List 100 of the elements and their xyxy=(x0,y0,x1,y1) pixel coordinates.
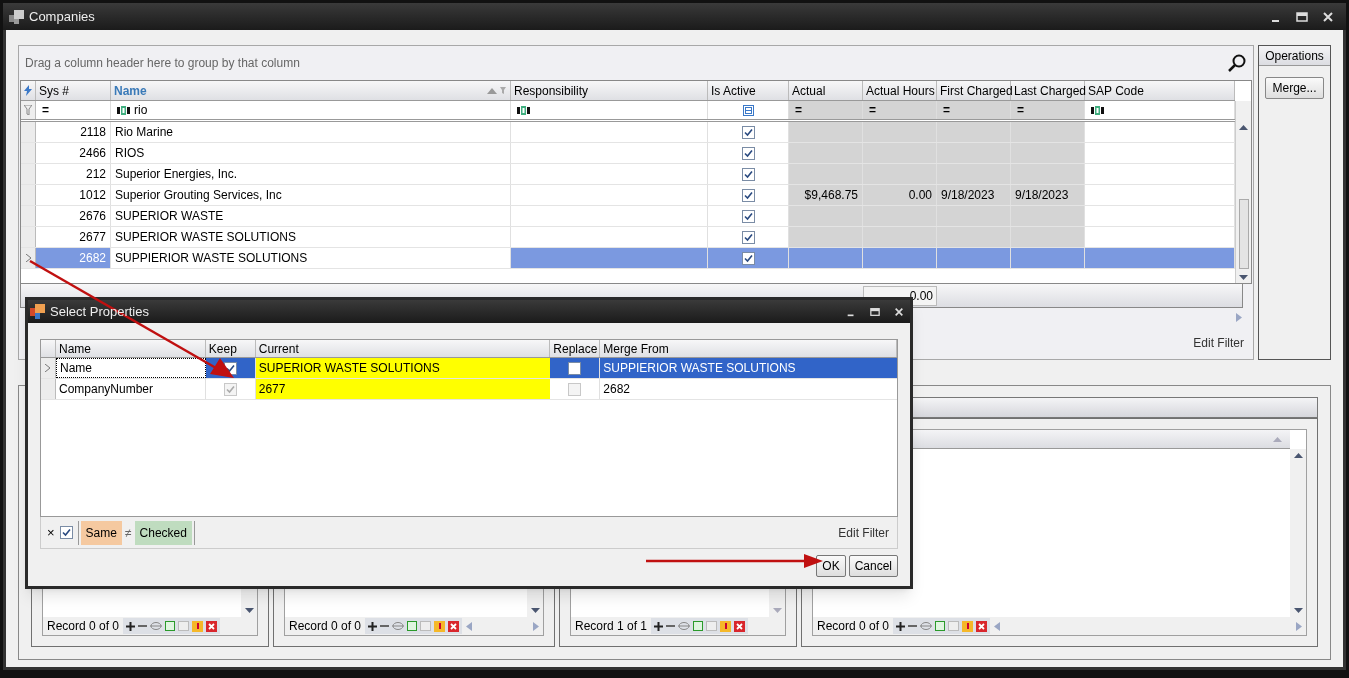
spreadsheet-icon[interactable] xyxy=(407,621,418,631)
table-cell: 9/18/2023 xyxy=(937,185,1011,205)
add-icon[interactable] xyxy=(654,621,664,631)
table-row[interactable]: 2682 SUPPIERIOR WASTE SOLUTIONS xyxy=(21,248,1235,269)
close-icon[interactable] xyxy=(1322,10,1334,23)
warning-icon[interactable] xyxy=(434,620,446,632)
row-indicator-icon xyxy=(25,254,31,262)
column-header[interactable]: Actual Hours xyxy=(863,81,937,100)
checkbox[interactable] xyxy=(59,526,73,539)
column-header[interactable]: Keep xyxy=(205,340,256,357)
cancel-button[interactable]: Cancel xyxy=(848,555,898,577)
delete-icon[interactable] xyxy=(206,620,218,632)
table-cell: RIOS xyxy=(111,143,511,163)
table-cell: SUPERIOR WASTE SOLUTIONS xyxy=(255,358,551,378)
filter-operator[interactable]: = xyxy=(795,101,802,119)
scroll-down-icon[interactable] xyxy=(530,608,540,613)
property-row[interactable]: Name SUPERIOR WASTE SOLUTIONS SUPPIERIOR WASTE SOLUTIONS xyxy=(41,358,897,379)
checkbox[interactable] xyxy=(568,361,582,375)
filter-operator[interactable]: = xyxy=(869,101,876,119)
add-icon[interactable] xyxy=(896,621,906,631)
edit-filter-link[interactable]: Edit Filter xyxy=(1193,333,1244,352)
close-icon[interactable] xyxy=(894,306,904,317)
table-cell: 0.00 xyxy=(863,185,937,205)
search-icon[interactable] xyxy=(1227,53,1247,73)
vertical-scrollbar[interactable] xyxy=(1290,449,1306,617)
filter-expression[interactable]: Same ≠ Checked xyxy=(77,520,195,545)
table-cell: 2682 xyxy=(36,248,111,268)
checkbox[interactable] xyxy=(741,146,755,160)
link-icon[interactable] xyxy=(678,621,691,631)
panel-title: Operations xyxy=(1259,46,1330,66)
column-header[interactable]: Responsibility xyxy=(511,81,708,100)
link-icon[interactable] xyxy=(150,621,163,631)
add-icon[interactable] xyxy=(368,621,378,631)
checkbox[interactable] xyxy=(741,167,755,181)
vertical-scrollbar[interactable] xyxy=(1235,101,1251,283)
delete-icon[interactable] xyxy=(734,620,746,632)
table-row[interactable]: 2676 SUPERIOR WASTE xyxy=(21,206,1235,227)
scroll-up-icon[interactable] xyxy=(1239,125,1248,130)
spreadsheet-icon[interactable] xyxy=(935,621,946,631)
edit-filter-link[interactable]: Edit Filter xyxy=(838,523,891,542)
link-icon[interactable] xyxy=(392,621,405,631)
column-header[interactable]: SAP Code xyxy=(1085,81,1235,100)
delete-icon[interactable] xyxy=(448,620,460,632)
column-header[interactable]: Name xyxy=(111,81,511,100)
merge-button[interactable]: Merge... xyxy=(1265,77,1324,99)
column-header[interactable]: Is Active xyxy=(708,81,789,100)
record-counter: Record 0 of 0 xyxy=(46,618,121,635)
filter-icon[interactable] xyxy=(24,105,32,115)
table-row[interactable]: 2677 SUPERIOR WASTE SOLUTIONS xyxy=(21,227,1235,248)
checkbox[interactable] xyxy=(741,251,755,265)
scroll-down-icon[interactable] xyxy=(1239,275,1248,280)
text-filter-icon xyxy=(117,105,131,115)
add-icon[interactable] xyxy=(126,621,136,631)
maximize-icon[interactable] xyxy=(870,306,880,317)
scroll-down-icon[interactable] xyxy=(1293,608,1303,613)
record-counter: Record 0 of 0 xyxy=(816,618,891,635)
delete-icon[interactable] xyxy=(976,620,988,632)
warning-icon[interactable] xyxy=(962,620,974,632)
maximize-icon[interactable] xyxy=(1296,10,1308,23)
link-icon[interactable] xyxy=(920,621,933,631)
text-filter-icon xyxy=(517,105,531,115)
checkbox[interactable] xyxy=(741,188,755,202)
column-header[interactable]: First Charged xyxy=(937,81,1011,100)
column-header[interactable]: Name xyxy=(56,340,206,357)
checkbox[interactable] xyxy=(741,125,755,139)
group-by-hint: Drag a column header here to group by that column xyxy=(25,55,300,72)
column-header[interactable]: Sys # xyxy=(36,81,111,100)
spreadsheet-icon[interactable] xyxy=(693,621,704,631)
spreadsheet-icon[interactable] xyxy=(165,621,176,631)
table-cell: 2676 xyxy=(36,206,111,226)
table-row[interactable]: 2466 RIOS xyxy=(21,143,1235,164)
sort-up-icon xyxy=(1273,436,1282,442)
table-row[interactable]: 212 Superior Energies, Inc. xyxy=(21,164,1235,185)
column-header[interactable]: Replace xyxy=(550,340,601,357)
table-row[interactable]: 1012 Superior Grouting Services, Inc $9,468.75 0.00 9/18/2023 9/18/2023 xyxy=(21,185,1235,206)
column-header[interactable]: Current xyxy=(255,340,551,357)
scroll-up-icon[interactable] xyxy=(1293,453,1303,458)
checkbox[interactable] xyxy=(741,230,755,244)
lightning-icon[interactable] xyxy=(24,85,32,96)
checkbox[interactable] xyxy=(741,209,755,223)
scroll-thumb[interactable] xyxy=(1238,199,1249,269)
scroll-down-icon[interactable] xyxy=(244,608,254,613)
table-cell: SUPERIOR WASTE SOLUTIONS xyxy=(111,227,511,247)
filter-operator: ≠ xyxy=(124,524,132,542)
filter-operator[interactable]: = xyxy=(943,101,950,119)
filter-value[interactable]: rio xyxy=(134,101,148,119)
column-header[interactable]: Actual xyxy=(789,81,863,100)
filter-operator[interactable]: = xyxy=(1017,101,1024,119)
warning-icon[interactable] xyxy=(192,620,204,632)
warning-icon[interactable] xyxy=(720,620,732,632)
column-header[interactable]: Last Charged xyxy=(1011,81,1085,100)
ok-button[interactable]: OK xyxy=(816,555,846,577)
checkbox-filter-icon[interactable] xyxy=(742,104,754,116)
filter-operator[interactable]: = xyxy=(42,101,49,119)
table-row[interactable]: 2118 Rio Marine xyxy=(21,122,1235,143)
column-header[interactable]: Merge From xyxy=(600,340,897,357)
table-cell-text: 2682 xyxy=(602,381,632,398)
app-icon xyxy=(30,303,46,320)
clear-filter-button[interactable]: × xyxy=(47,522,55,543)
table-cell: 2677 xyxy=(255,379,551,399)
